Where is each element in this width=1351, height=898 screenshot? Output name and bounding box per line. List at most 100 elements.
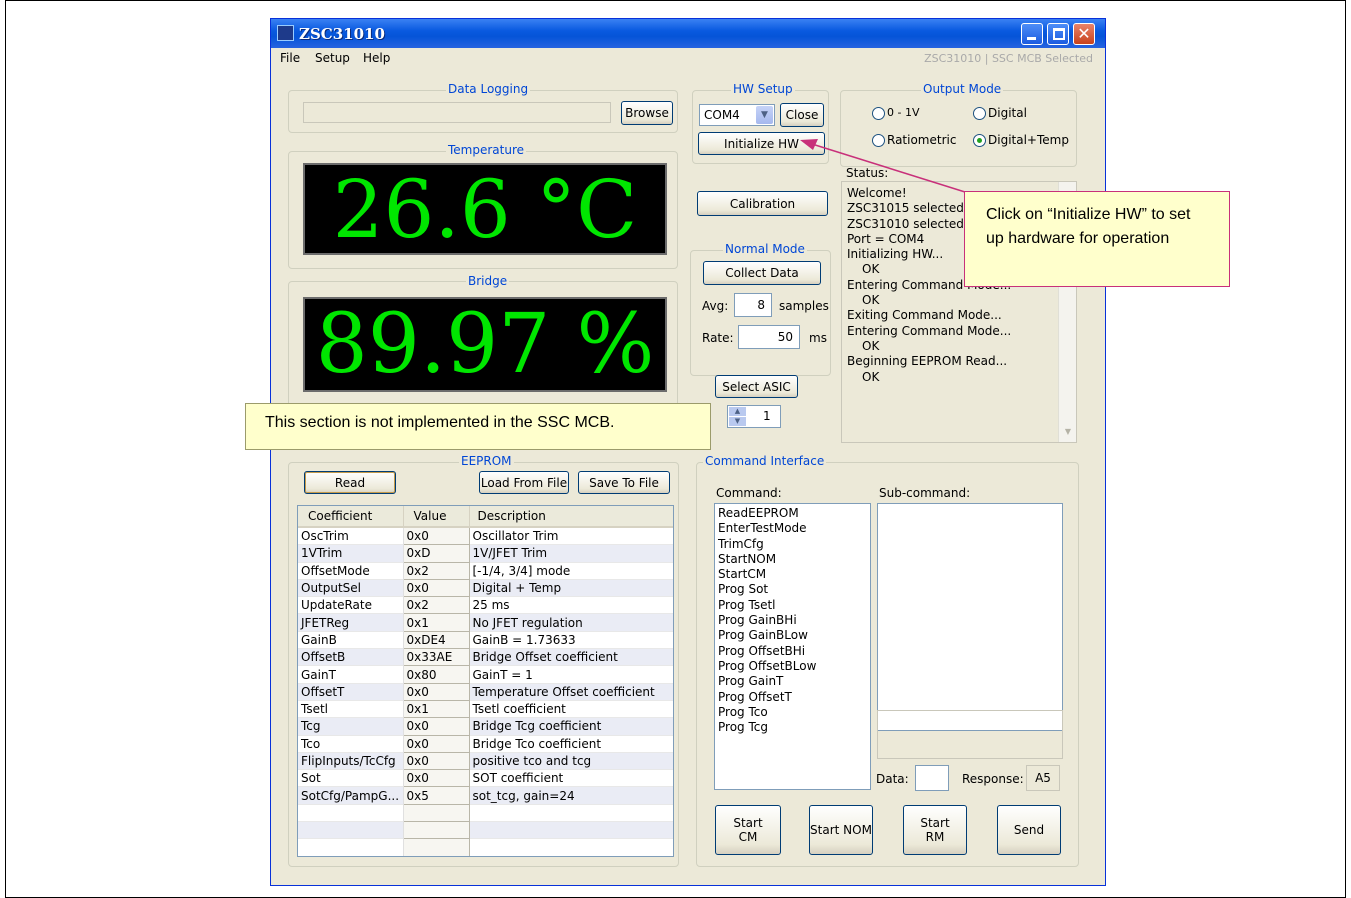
table-row[interactable]: Tsetl 0x1 Tsetl coefficient xyxy=(298,699,673,719)
table-row[interactable]: SotCfg/PampG... 0x5 sot_tcg, gain=24 xyxy=(298,786,673,805)
maximize-icon[interactable] xyxy=(1047,23,1069,45)
hw-setup-legend: HW Setup xyxy=(731,82,795,96)
cell-value[interactable]: 0xD xyxy=(402,544,470,563)
command-list-item[interactable]: Prog GainBLow xyxy=(718,628,870,643)
table-row[interactable]: Tco 0x0 Bridge Tco coefficient xyxy=(298,734,673,753)
table-row[interactable]: Tcg 0x0 Bridge Tcg coefficient xyxy=(298,717,673,736)
cell-value[interactable]: 0x0 xyxy=(402,526,470,546)
menu-file[interactable]: File xyxy=(280,51,300,65)
radio-digital-temp[interactable] xyxy=(973,134,986,147)
read-button[interactable]: Read xyxy=(304,471,396,494)
command-list-item[interactable]: TrimCfg xyxy=(718,537,870,552)
table-row[interactable]: OffsetMode 0x2 [-1/4, 3/4] mode xyxy=(298,561,673,580)
table-row[interactable] xyxy=(402,855,470,856)
title-bar[interactable]: ZSC31010 ✕ xyxy=(271,19,1105,48)
cell-value[interactable]: 0x33AE xyxy=(402,648,470,667)
close-port-button[interactable]: Close xyxy=(780,103,824,127)
minimize-icon[interactable] xyxy=(1021,23,1043,45)
cell-value[interactable]: 0x1 xyxy=(402,613,470,632)
rate-input[interactable]: 50 xyxy=(738,325,800,349)
radio-digital[interactable] xyxy=(973,107,986,120)
initialize-hw-button[interactable]: Initialize HW xyxy=(698,132,825,155)
command-list-item[interactable]: StartCM xyxy=(718,567,870,582)
cell-value[interactable]: 0x0 xyxy=(402,751,470,771)
cell-value[interactable]: 0xDE4 xyxy=(402,630,470,650)
command-list-item[interactable]: Prog GainT xyxy=(718,674,870,689)
start-rm-button[interactable]: Start RM xyxy=(903,805,967,855)
cell-value[interactable] xyxy=(402,838,470,856)
col-value[interactable]: Value xyxy=(403,506,470,527)
cell-value[interactable]: 0x1 xyxy=(402,699,470,719)
command-list-item[interactable]: Prog OffsetBLow xyxy=(718,659,870,674)
command-list-item[interactable]: Prog Tco xyxy=(718,705,870,720)
table-row[interactable] xyxy=(298,838,673,856)
table-row[interactable]: OffsetT 0x0 Temperature Offset coefficient xyxy=(298,682,673,701)
subcommand-list[interactable] xyxy=(877,503,1063,731)
cell-value[interactable]: 0x0 xyxy=(402,717,470,736)
command-list-item[interactable]: Prog OffsetT xyxy=(718,690,870,705)
scroll-down-icon[interactable]: ▼ xyxy=(1060,424,1076,440)
menu-setup[interactable]: Setup xyxy=(315,51,350,65)
start-nom-button[interactable]: Start NOM xyxy=(809,805,873,855)
command-list-item[interactable]: Prog GainBHi xyxy=(718,613,870,628)
avg-label: Avg: xyxy=(702,299,729,313)
radio-ratiometric[interactable] xyxy=(872,134,885,147)
cell-value[interactable]: 0x2 xyxy=(402,596,470,615)
cell-value[interactable]: 0x0 xyxy=(402,769,470,788)
cell-value[interactable] xyxy=(402,821,470,840)
command-list-item[interactable]: Prog Tcg xyxy=(718,720,870,735)
asic-spinner[interactable]: ▲ ▼ 1 xyxy=(727,405,781,428)
cell-coefficient: Tsetl xyxy=(298,700,404,718)
col-description[interactable]: Description xyxy=(469,506,673,527)
table-row[interactable]: JFETReg 0x1 No JFET regulation xyxy=(298,613,673,632)
radio-0-1v[interactable] xyxy=(872,107,885,120)
table-row[interactable] xyxy=(298,803,673,823)
start-cm-button[interactable]: Start CM xyxy=(715,805,781,855)
spinner-down-icon[interactable]: ▼ xyxy=(729,417,746,426)
cell-value[interactable]: 0x2 xyxy=(402,561,470,580)
table-row[interactable]: FlipInputs/TcCfg 0x0 positive tco and tcg xyxy=(298,751,673,771)
cell-value[interactable]: 0x80 xyxy=(402,665,470,684)
command-list-item[interactable]: StartNOM xyxy=(718,552,870,567)
send-button[interactable]: Send xyxy=(997,805,1061,855)
save-to-file-button[interactable]: Save To File xyxy=(578,471,670,494)
command-list-item[interactable]: Prog Sot xyxy=(718,582,870,597)
log-path-input[interactable] xyxy=(303,102,611,123)
status-line: Beginning EEPROM Read... xyxy=(847,354,1008,369)
avg-input[interactable]: 8 xyxy=(734,293,772,317)
cell-value[interactable]: 0x5 xyxy=(402,786,470,805)
command-list-item[interactable]: ReadEEPROM xyxy=(718,506,870,521)
cell-coefficient: GainT xyxy=(298,665,404,684)
table-row[interactable]: OutputSel 0x0 Digital + Temp xyxy=(298,578,673,598)
table-row[interactable]: 1VTrim 0xD 1V/JFET Trim xyxy=(298,544,673,563)
browse-button[interactable]: Browse xyxy=(621,101,673,125)
command-list[interactable]: ReadEEPROM EnterTestMode TrimCfg StartNOM St… xyxy=(714,503,871,790)
menu-help[interactable]: Help xyxy=(363,51,390,65)
col-coefficient[interactable]: Coefficient xyxy=(298,506,404,527)
data-input[interactable] xyxy=(915,765,949,791)
cell-value[interactable]: 0x0 xyxy=(402,578,470,598)
chevron-down-icon[interactable]: ▼ xyxy=(756,106,773,124)
close-icon[interactable]: ✕ xyxy=(1073,23,1095,45)
port-select[interactable]: COM4 ▼ xyxy=(699,104,775,126)
command-list-item[interactable]: Prog OffsetBHi xyxy=(718,644,870,659)
cell-value[interactable] xyxy=(402,803,470,823)
table-row[interactable]: OffsetB 0x33AE Bridge Offset coefficient xyxy=(298,648,673,667)
command-list-item[interactable]: Prog Tsetl xyxy=(718,598,870,613)
cell-value[interactable] xyxy=(402,855,470,856)
table-row[interactable]: GainT 0x80 GainT = 1 xyxy=(298,665,673,684)
cell-value[interactable]: 0x0 xyxy=(402,734,470,753)
table-row[interactable]: Sot 0x0 SOT coefficient xyxy=(298,769,673,788)
spinner-up-icon[interactable]: ▲ xyxy=(729,407,746,416)
table-row[interactable]: UpdateRate 0x2 25 ms xyxy=(298,596,673,615)
load-from-file-button[interactable]: Load From File xyxy=(479,471,569,494)
cell-value[interactable]: 0x0 xyxy=(402,682,470,701)
collect-data-button[interactable]: Collect Data xyxy=(703,261,821,285)
select-asic-button[interactable]: Select ASIC xyxy=(715,375,798,398)
calibration-button[interactable]: Calibration xyxy=(697,191,828,216)
table-row[interactable]: OscTrim 0x0 Oscillator Trim xyxy=(298,526,673,546)
table-row[interactable] xyxy=(298,821,673,840)
status-line: Entering Command Mode... xyxy=(847,323,1012,338)
command-list-item[interactable]: EnterTestMode xyxy=(718,521,870,536)
table-row[interactable]: GainB 0xDE4 GainB = 1.73633 xyxy=(298,630,673,650)
